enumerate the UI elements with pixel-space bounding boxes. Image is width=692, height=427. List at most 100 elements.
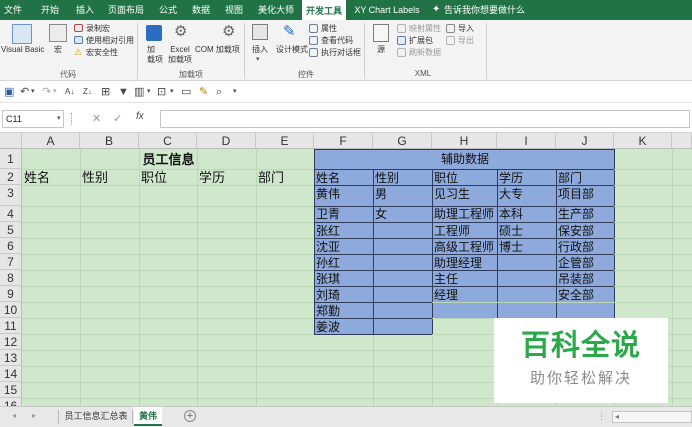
table-cell[interactable]: 助理工程师: [432, 206, 497, 223]
save-icon[interactable]: ▣: [4, 86, 14, 98]
chart-icon[interactable]: ▥: [134, 86, 144, 98]
column-header[interactable]: J: [556, 133, 614, 149]
relative-reference-button[interactable]: 使用相对引用: [86, 36, 134, 46]
window-icon[interactable]: ▭: [181, 86, 191, 98]
design-mode-button[interactable]: 设计模式: [276, 45, 308, 55]
tab-xy-chart-labels[interactable]: XY Chart Labels: [354, 0, 420, 20]
view-code-button[interactable]: 查看代码: [321, 36, 353, 46]
table-cell[interactable]: 企管部: [556, 255, 614, 271]
tab-insert[interactable]: 插入: [72, 0, 98, 20]
row-header[interactable]: 15: [0, 382, 22, 398]
select-all-corner[interactable]: [0, 133, 22, 149]
sheet-tab-summary[interactable]: 员工信息汇总表: [62, 407, 130, 426]
refresh-data-button[interactable]: 刷新数据: [409, 48, 441, 58]
table-cell[interactable]: 本科: [497, 206, 556, 223]
macros-button[interactable]: 宏: [54, 45, 62, 55]
header-cell[interactable]: 部门: [256, 170, 314, 186]
zoom-icon[interactable]: ⌕: [216, 86, 222, 98]
row-header[interactable]: 6: [0, 238, 22, 254]
table-cell[interactable]: 郑勤: [314, 303, 373, 319]
tab-home[interactable]: 开始: [37, 0, 63, 20]
table-cell[interactable]: 经理: [432, 287, 497, 303]
row-header[interactable]: 13: [0, 350, 22, 366]
table-cell[interactable]: 孙红: [314, 255, 373, 271]
table-cell[interactable]: 沈亚: [314, 239, 373, 255]
scroll-left-icon[interactable]: ◂: [615, 411, 619, 423]
customize-qat-icon[interactable]: ▾: [233, 86, 237, 98]
splitter-handle[interactable]: [71, 113, 73, 125]
form-icon[interactable]: ⊞: [101, 86, 110, 98]
table-cell[interactable]: 项目部: [556, 186, 614, 202]
column-header[interactable]: G: [373, 133, 432, 149]
tab-formulas[interactable]: 公式: [155, 0, 181, 20]
name-box[interactable]: C11: [2, 110, 64, 128]
scroll-right-icon[interactable]: ▸: [32, 411, 36, 420]
table-cell[interactable]: 高级工程师: [432, 239, 497, 255]
properties-button[interactable]: 属性: [321, 24, 337, 34]
table-cell[interactable]: 助理经理: [432, 255, 497, 271]
aux-header-cell[interactable]: 部门: [556, 170, 614, 186]
row-header[interactable]: 2: [0, 169, 22, 185]
row-header[interactable]: 10: [0, 302, 22, 318]
macro-security-button[interactable]: 宏安全性: [86, 48, 118, 58]
table-cell[interactable]: 博士: [497, 239, 556, 255]
chevron-down-icon[interactable]: ▾: [53, 86, 57, 98]
table-cell[interactable]: 男: [373, 186, 432, 202]
aux-header-cell[interactable]: 姓名: [314, 170, 373, 186]
tell-me-search[interactable]: 告诉我你想要做什么: [444, 0, 525, 20]
table-cell[interactable]: 黄伟: [314, 186, 373, 202]
row-header[interactable]: 5: [0, 222, 22, 238]
run-dialog-button[interactable]: 执行对话框: [321, 48, 361, 58]
tab-file[interactable]: 文件: [2, 0, 24, 20]
table-cell[interactable]: 卫青: [314, 206, 373, 223]
redo-icon[interactable]: ↷: [42, 86, 51, 98]
table-cell[interactable]: 硕士: [497, 223, 556, 239]
table-cell[interactable]: 姜波: [314, 319, 373, 335]
chevron-down-icon[interactable]: ▾: [31, 86, 35, 98]
insert-control-button[interactable]: 插入: [252, 45, 268, 55]
formula-input[interactable]: [160, 110, 690, 128]
table-cell[interactable]: 工程师: [432, 223, 497, 239]
table-cell[interactable]: 主任: [432, 271, 497, 287]
table-cell[interactable]: 女: [373, 206, 432, 223]
row-header[interactable]: 11: [0, 318, 22, 334]
aux-header-cell[interactable]: 性别: [373, 170, 432, 186]
aux-header-cell[interactable]: 学历: [497, 170, 556, 186]
addins-button[interactable]: 加 载项: [147, 45, 163, 65]
row-header[interactable]: 14: [0, 366, 22, 382]
column-header[interactable]: K: [614, 133, 672, 149]
visual-basic-button[interactable]: Visual Basic: [1, 45, 44, 55]
header-cell[interactable]: 性别: [80, 170, 139, 186]
chevron-down-icon[interactable]: ▾: [57, 114, 61, 122]
com-addins-button[interactable]: COM 加载项: [195, 45, 240, 55]
column-header[interactable]: E: [256, 133, 314, 149]
table-cell[interactable]: 见习生: [432, 186, 497, 202]
header-cell[interactable]: 职位: [139, 170, 197, 186]
map-properties-button[interactable]: 映射属性: [409, 24, 441, 34]
record-macro-button[interactable]: 录制宏: [86, 24, 110, 34]
header-cell[interactable]: 姓名: [22, 170, 80, 186]
aux-header-cell[interactable]: 职位: [432, 170, 497, 186]
filter-icon[interactable]: ▼: [118, 86, 129, 98]
format-painter-icon[interactable]: ✎: [199, 86, 208, 98]
row-header[interactable]: 9: [0, 286, 22, 302]
tab-page-layout[interactable]: 页面布局: [106, 0, 146, 20]
undo-icon[interactable]: ↶: [20, 86, 29, 98]
tab-developer[interactable]: 开发工具: [302, 0, 346, 20]
column-header[interactable]: I: [497, 133, 556, 149]
export-button[interactable]: 导出: [458, 36, 474, 46]
insert-function-icon[interactable]: fx: [136, 111, 144, 122]
column-header[interactable]: [672, 133, 692, 149]
xml-source-button[interactable]: 源: [377, 45, 385, 55]
table-cell[interactable]: 安全部: [556, 287, 614, 303]
chevron-down-icon[interactable]: ▾: [170, 86, 174, 98]
header-cell[interactable]: 学历: [197, 170, 256, 186]
row-header[interactable]: 16: [0, 398, 22, 406]
row-header[interactable]: 7: [0, 254, 22, 270]
sort-descending-icon[interactable]: Z↓: [83, 86, 92, 98]
more-options-icon[interactable]: ⋮: [597, 410, 606, 422]
tab-data[interactable]: 数据: [188, 0, 214, 20]
sort-ascending-icon[interactable]: A↓: [65, 86, 74, 98]
table-cell[interactable]: 张琪: [314, 271, 373, 287]
column-header[interactable]: B: [80, 133, 139, 149]
